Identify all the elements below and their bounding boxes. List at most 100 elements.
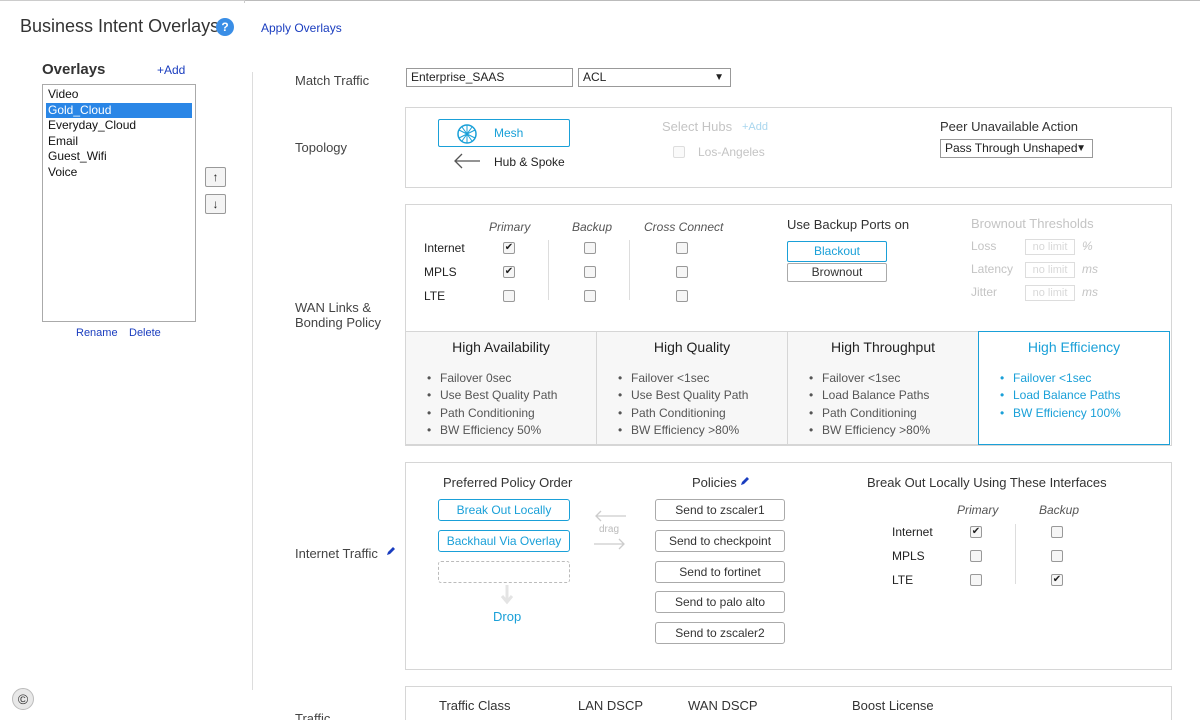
drop-zone[interactable]: [438, 561, 570, 583]
mode-feature: Use Best Quality Path: [427, 387, 596, 405]
breakout-internet-backup[interactable]: [1051, 526, 1063, 538]
loss-unit: %: [1082, 239, 1093, 253]
mode-card-high-quality[interactable]: High Quality Failover <1sec Use Best Qua…: [596, 331, 788, 445]
pencil-icon[interactable]: [739, 475, 751, 490]
breakout-mpls-primary[interactable]: [970, 550, 982, 562]
mode-feature: Load Balance Paths: [809, 387, 978, 405]
brownout-button[interactable]: Brownout: [787, 263, 887, 282]
breakout-lte-backup[interactable]: ✔: [1051, 574, 1063, 586]
internet-cross-checkbox[interactable]: [676, 242, 688, 254]
breakout-internet-primary[interactable]: ✔: [970, 526, 982, 538]
policy-palo-alto[interactable]: Send to palo alto: [655, 591, 785, 613]
topology-label: Topology: [295, 140, 348, 155]
latency-unit: ms: [1082, 262, 1098, 276]
page-title: Business Intent Overlays: [20, 16, 220, 36]
wan-col-primary: Primary: [489, 220, 531, 234]
breakout-row-internet: Internet: [892, 525, 933, 539]
delete-link[interactable]: Delete: [129, 327, 161, 339]
peer-action-select[interactable]: Pass Through Unshaped ▼: [940, 139, 1093, 158]
overlay-list[interactable]: Video Gold_Cloud Everyday_Cloud Email Gu…: [42, 84, 196, 322]
mode-feature: Use Best Quality Path: [618, 387, 787, 405]
mode-title: High Quality: [653, 339, 731, 355]
backup-ports-label: Use Backup Ports on: [787, 217, 910, 232]
hub-option-label: Los-Angeles: [698, 145, 765, 159]
hub-spoke-icon[interactable]: [452, 152, 482, 173]
wan-col-backup: Backup: [572, 220, 613, 234]
breakout-mpls-backup[interactable]: [1051, 550, 1063, 562]
policy-zscaler1[interactable]: Send to zscaler1: [655, 499, 785, 521]
top-border: [0, 0, 1200, 3]
lte-primary-checkbox[interactable]: [503, 290, 515, 302]
wan-row-mpls: MPLS: [424, 265, 457, 279]
mpls-cross-checkbox[interactable]: [676, 266, 688, 278]
mode-feature: BW Efficiency 100%: [1000, 405, 1169, 423]
mode-card-high-availability[interactable]: High Availability Failover 0sec Use Best…: [405, 331, 597, 445]
breakout-lte-primary[interactable]: [970, 574, 982, 586]
traffic-class-label: Traffic Class: [439, 698, 511, 713]
help-icon[interactable]: ?: [216, 18, 234, 36]
overlay-item[interactable]: Email: [46, 134, 192, 150]
acl-value: ACL: [583, 70, 607, 84]
policy-zscaler2[interactable]: Send to zscaler2: [655, 622, 785, 644]
brownout-thresholds-label: Brownout Thresholds: [971, 216, 1094, 231]
pencil-icon[interactable]: [385, 545, 397, 560]
internet-backup-checkbox[interactable]: [584, 242, 596, 254]
mode-feature: BW Efficiency 50%: [427, 422, 596, 440]
move-up-button[interactable]: ↑: [205, 167, 226, 187]
overlay-item[interactable]: Guest_Wifi: [46, 149, 192, 165]
loss-label: Loss: [971, 239, 997, 253]
mpls-primary-checkbox[interactable]: ✔: [503, 266, 515, 278]
mode-feature: Failover <1sec: [809, 370, 978, 388]
hub-spoke-label[interactable]: Hub & Spoke: [494, 155, 565, 169]
lte-cross-checkbox[interactable]: [676, 290, 688, 302]
mode-card-high-throughput[interactable]: High Throughput Failover <1sec Load Bala…: [787, 331, 979, 445]
mode-feature: Path Conditioning: [618, 405, 787, 423]
blackout-button[interactable]: Blackout: [787, 241, 887, 262]
overlay-item[interactable]: Video: [46, 87, 192, 103]
backhaul-overlay-item[interactable]: Backhaul Via Overlay: [438, 530, 570, 552]
copyright-icon[interactable]: ©: [12, 688, 34, 710]
mode-feature: Load Balance Paths: [1000, 387, 1169, 405]
policy-fortinet[interactable]: Send to fortinet: [655, 561, 785, 583]
breakout-col-backup: Backup: [1039, 503, 1080, 517]
breakout-title: Break Out Locally Using These Interfaces: [867, 475, 1107, 490]
breakout-row-lte: LTE: [892, 573, 914, 587]
mpls-backup-checkbox[interactable]: [584, 266, 596, 278]
mode-feature: Failover <1sec: [1000, 370, 1169, 388]
internet-primary-checkbox[interactable]: ✔: [503, 242, 515, 254]
acl-select[interactable]: ACL ▼: [578, 68, 731, 87]
apply-overlays-link[interactable]: Apply Overlays: [261, 21, 342, 35]
wan-row-lte: LTE: [424, 289, 446, 303]
traffic-box: [405, 686, 1172, 720]
wan-label-line2: Bonding Policy: [295, 315, 381, 330]
mode-title: High Availability: [452, 339, 550, 355]
policy-checkpoint[interactable]: Send to checkpoint: [655, 530, 785, 552]
rename-link[interactable]: Rename: [76, 327, 118, 339]
boost-license-label: Boost License: [852, 698, 934, 713]
mode-feature: Path Conditioning: [809, 405, 978, 423]
select-hubs-label: Select Hubs: [662, 119, 733, 134]
move-down-button[interactable]: ↓: [205, 194, 226, 214]
mode-card-high-efficiency[interactable]: High Efficiency Failover <1sec Load Bala…: [978, 331, 1170, 445]
policy-order-title: Preferred Policy Order: [443, 475, 573, 490]
mesh-option[interactable]: Mesh: [438, 119, 570, 147]
overlay-item-selected[interactable]: Gold_Cloud: [46, 102, 192, 119]
jitter-label: Jitter: [971, 285, 998, 299]
wan-row-internet: Internet: [424, 241, 465, 255]
breakout-col-primary: Primary: [957, 503, 999, 517]
mode-feature: BW Efficiency >80%: [618, 422, 787, 440]
wan-divider: [629, 240, 630, 300]
drop-label: Drop: [493, 609, 522, 624]
break-out-locally-item[interactable]: Break Out Locally: [438, 499, 570, 521]
wan-divider: [548, 240, 549, 300]
add-overlay-link[interactable]: +Add: [157, 63, 185, 77]
match-traffic-label: Match Traffic: [295, 73, 370, 88]
breakout-row-mpls: MPLS: [892, 549, 925, 563]
internet-traffic-label: Internet Traffic: [295, 546, 378, 561]
mode-feature: BW Efficiency >80%: [809, 422, 978, 440]
overlay-item[interactable]: Voice: [46, 165, 192, 181]
lte-backup-checkbox[interactable]: [584, 290, 596, 302]
match-traffic-input[interactable]: Enterprise_SAAS: [406, 68, 573, 87]
overlay-item[interactable]: Everyday_Cloud: [46, 118, 192, 134]
wan-label-line1: WAN Links &: [295, 300, 372, 315]
